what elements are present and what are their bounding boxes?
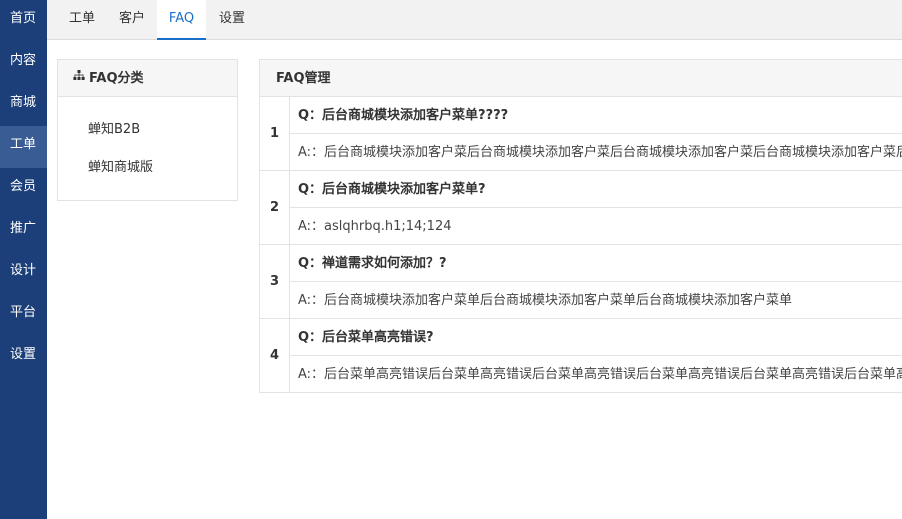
sidebar-item-home[interactable]: 首页 [0,0,47,42]
faq-answer: A:：aslqhrbq.h1;14;124 [298,219,452,234]
category-item-b2b[interactable]: 蝉知B2B [58,111,237,149]
faq-answer: A:：后台商城模块添加客户菜单后台商城模块添加客户菜单后台商城模块添加客户菜单 [298,293,793,308]
faq-answer: A:：后台菜单高亮错误后台菜单高亮错误后台菜单高亮错误后台菜单高亮错误后台菜单高… [298,367,902,382]
tab-settings[interactable]: 设置 [206,0,258,39]
sidebar-item-member[interactable]: 会员 [0,168,47,210]
faq-category-header: FAQ分类 [58,60,237,97]
sidebar-item-ticket[interactable]: 工单 [0,126,47,168]
tab-ticket[interactable]: 工单 [57,0,107,39]
sidebar-item-shop[interactable]: 商城 [0,84,47,126]
faq-question[interactable]: Q：后台商城模块添加客户菜单???? [290,97,902,134]
faq-question[interactable]: Q：禅道需求如何添加？? [290,245,902,282]
faq-category-title: FAQ分类 [89,71,144,86]
sidebar-item-content[interactable]: 内容 [0,42,47,84]
faq-row: 4 Q：后台菜单高亮错误? A:：后台菜单高亮错误后台菜单高亮错误后台菜单高亮错… [260,319,902,392]
category-item-shop-edition[interactable]: 蝉知商城版 [58,149,237,187]
faq-question[interactable]: Q：后台商城模块添加客户菜单? [290,171,902,208]
faq-question[interactable]: Q：后台菜单高亮错误? [290,319,902,356]
faq-category-list: 蝉知B2B 蝉知商城版 [58,97,237,187]
sitemap-icon [73,59,85,96]
sidebar-item-platform[interactable]: 平台 [0,294,47,336]
tab-customer[interactable]: 客户 [107,0,157,39]
top-tab-bar: 工单 客户 FAQ 设置 [47,0,902,40]
sidebar-item-settings[interactable]: 设置 [0,336,47,378]
faq-category-panel: FAQ分类 蝉知B2B 蝉知商城版 [57,59,238,201]
faq-management-panel: FAQ管理 1 Q：后台商城模块添加客户菜单???? A:：后台商城模块添加客户… [259,59,902,393]
faq-number: 3 [260,245,290,318]
faq-row: 3 Q：禅道需求如何添加？? A:：后台商城模块添加客户菜单后台商城模块添加客户… [260,245,902,319]
faq-number: 4 [260,319,290,392]
faq-row: 1 Q：后台商城模块添加客户菜单???? A:：后台商城模块添加客户菜后台商城模… [260,97,902,171]
faq-answer: A:：后台商城模块添加客户菜后台商城模块添加客户菜后台商城模块添加客户菜后台商城… [298,145,902,160]
tab-faq[interactable]: FAQ [157,0,206,40]
faq-number: 2 [260,171,290,244]
faq-row: 2 Q：后台商城模块添加客户菜单? A:：aslqhrbq.h1;14;124 [260,171,902,245]
faq-number: 1 [260,97,290,170]
main-sidebar: 首页 内容 商城 工单 会员 推广 设计 平台 设置 [0,0,47,519]
sidebar-item-promotion[interactable]: 推广 [0,210,47,252]
faq-management-header: FAQ管理 [260,60,902,97]
sidebar-item-design[interactable]: 设计 [0,252,47,294]
